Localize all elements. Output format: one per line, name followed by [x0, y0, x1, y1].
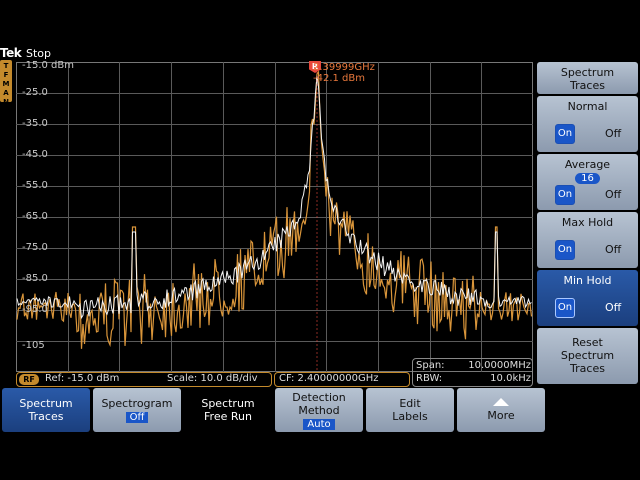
- average-trace-button[interactable]: Average 16 On Off: [537, 154, 638, 210]
- rf-badge: RF: [19, 374, 39, 385]
- bottom-btn-line: Spectrogram: [101, 397, 173, 410]
- min-hold-button[interactable]: Min Hold On Off: [537, 270, 638, 326]
- center-frequency-readout[interactable]: CF: 2.40000000GHz: [274, 372, 410, 387]
- rbw-row: RBW: 10.0kHz: [416, 373, 531, 384]
- bottom-btn-line: Traces: [28, 410, 64, 423]
- bottom-menu: Spectrum Traces Spectrogram Off Spectrum…: [0, 388, 640, 434]
- span-row: Span: 10.0000MHz: [416, 360, 531, 371]
- man-letter: T: [3, 62, 9, 70]
- max-hold-off-label[interactable]: Off: [605, 243, 621, 256]
- reset-line: Traces: [570, 362, 605, 375]
- acquisition-state: Stop: [26, 47, 52, 60]
- average-count-badge: 16: [575, 173, 600, 184]
- bottom-btn-line: Free Run: [204, 410, 252, 423]
- marker-frequency: 2.39999GHz: [313, 62, 375, 73]
- side-menu: Spectrum Traces Normal On Off Average 16…: [537, 62, 640, 388]
- normal-on-toggle[interactable]: On: [555, 124, 575, 144]
- ref-level-label: -45.0: [22, 149, 48, 160]
- more-button[interactable]: More: [457, 388, 545, 432]
- rbw-label: RBW:: [416, 373, 443, 384]
- side-title-line: Traces: [570, 79, 605, 92]
- bottom-btn-line: Method: [298, 404, 340, 417]
- spectrum-traces-button[interactable]: Spectrum Traces: [2, 388, 90, 432]
- man-letter: M: [2, 80, 10, 88]
- ref-level-label: -105: [22, 340, 45, 351]
- bottom-btn-line: Labels: [392, 410, 428, 423]
- ref-level-label: -25.0: [22, 87, 48, 98]
- bottom-btn-line: Edit: [399, 397, 421, 410]
- max-hold-label: Max Hold: [561, 216, 614, 229]
- span-label: Span:: [416, 360, 445, 371]
- max-hold-on-toggle[interactable]: On: [555, 240, 575, 260]
- spectrogram-button[interactable]: Spectrogram Off: [93, 388, 181, 432]
- more-label: More: [487, 409, 515, 422]
- spectrogram-state: Off: [125, 412, 149, 423]
- manual-trigger-indicator: T F M A N: [0, 60, 12, 106]
- min-hold-off-label[interactable]: Off: [605, 301, 621, 314]
- spectrum-graticule: [16, 62, 533, 372]
- marker-level: -42.1 dBm: [313, 73, 366, 84]
- reset-line: Spectrum: [560, 349, 615, 362]
- ref-level-label: -75.0: [22, 242, 48, 253]
- ref-level-label: -55.0: [22, 180, 48, 191]
- man-letter: N: [3, 98, 9, 106]
- man-letter: A: [3, 89, 9, 97]
- reset-spectrum-traces-button[interactable]: Reset Spectrum Traces: [537, 328, 638, 384]
- ref-level-label: -95.0: [22, 304, 48, 315]
- ref-level-label: -65.0: [22, 211, 48, 222]
- status-bar: Tek Stop: [0, 46, 640, 62]
- reset-line: Reset: [572, 336, 603, 349]
- side-menu-title: Spectrum Traces: [537, 62, 638, 94]
- ref-scale-readout[interactable]: RF Ref: -15.0 dBm Scale: 10.0 dB/div: [16, 372, 272, 387]
- min-hold-on-toggle[interactable]: On: [555, 298, 575, 318]
- scale-readout: Scale: 10.0 dB/div: [167, 373, 258, 384]
- detection-method-button[interactable]: Detection Method Auto: [275, 388, 363, 432]
- average-off-label[interactable]: Off: [605, 188, 621, 201]
- bottom-btn-line: Spectrum: [19, 397, 73, 410]
- ref-level-label: -35.0: [22, 118, 48, 129]
- min-hold-label: Min Hold: [563, 274, 612, 287]
- tek-logo: Tek: [0, 46, 22, 60]
- average-label: Average: [564, 158, 611, 171]
- rbw-value: 10.0kHz: [490, 373, 531, 384]
- average-on-toggle[interactable]: On: [555, 185, 575, 205]
- normal-trace-button[interactable]: Normal On Off: [537, 96, 638, 152]
- marker-readout: 2.39999GHz -42.1 dBm: [313, 62, 375, 84]
- bottom-btn-line: Detection: [292, 391, 346, 404]
- chevron-up-icon: [493, 398, 509, 406]
- max-hold-button[interactable]: Max Hold On Off: [537, 212, 638, 268]
- ref-level-label: -85.0: [22, 273, 48, 284]
- bottom-btn-line: Spectrum: [201, 397, 255, 410]
- span-value: 10.0000MHz: [468, 360, 531, 371]
- ref-level-label: -15.0 dBm: [22, 60, 75, 71]
- edit-labels-button[interactable]: Edit Labels: [366, 388, 454, 432]
- man-letter: F: [3, 71, 9, 79]
- detection-method-value: Auto: [303, 419, 335, 430]
- ref-level-readout: Ref: -15.0 dBm: [45, 373, 120, 384]
- normal-off-label[interactable]: Off: [605, 127, 621, 140]
- spectrum-free-run-button[interactable]: Spectrum Free Run: [184, 388, 272, 432]
- span-rbw-readout[interactable]: Span: 10.0000MHz RBW: 10.0kHz: [412, 358, 533, 387]
- normal-label: Normal: [567, 100, 608, 113]
- side-title-line: Spectrum: [560, 66, 615, 79]
